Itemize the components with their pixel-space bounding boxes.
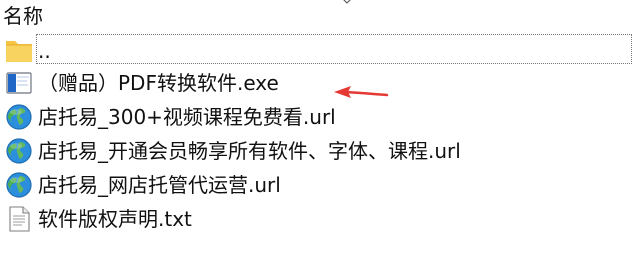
annotation-arrow-icon <box>334 86 389 98</box>
globe-url-icon <box>6 172 32 198</box>
parent-directory-item[interactable]: .. <box>0 34 634 66</box>
exe-app-icon <box>6 72 32 94</box>
name-column-header[interactable]: 名称 <box>3 2 43 30</box>
file-item-url[interactable]: 店托易_网店托管代运营.url <box>0 168 634 202</box>
sort-ascending-icon <box>343 0 351 4</box>
folder-icon <box>6 41 32 62</box>
globe-url-icon <box>6 104 32 130</box>
file-name: 软件版权声明.txt <box>38 207 192 231</box>
file-name: 店托易_开通会员畅享所有软件、字体、课程.url <box>38 139 461 163</box>
file-name: （赠品）PDF转换软件.exe <box>38 71 279 95</box>
parent-directory-label: .. <box>38 39 51 63</box>
file-item-url[interactable]: 店托易_开通会员畅享所有软件、字体、课程.url <box>0 134 634 168</box>
file-name: 店托易_网店托管代运营.url <box>38 173 281 197</box>
file-item-txt[interactable]: 软件版权声明.txt <box>0 202 634 236</box>
text-file-icon <box>9 206 30 232</box>
file-item-exe[interactable]: （赠品）PDF转换软件.exe <box>0 66 634 100</box>
file-item-url[interactable]: 店托易_300+视频课程免费看.url <box>0 100 634 134</box>
column-header[interactable]: 名称 <box>0 0 634 32</box>
file-name: 店托易_300+视频课程免费看.url <box>38 105 336 129</box>
globe-url-icon <box>6 138 32 164</box>
file-list: .. （赠品）PDF转换软件.exe 店托易_300+视频课程免费看.url 店… <box>0 34 634 236</box>
